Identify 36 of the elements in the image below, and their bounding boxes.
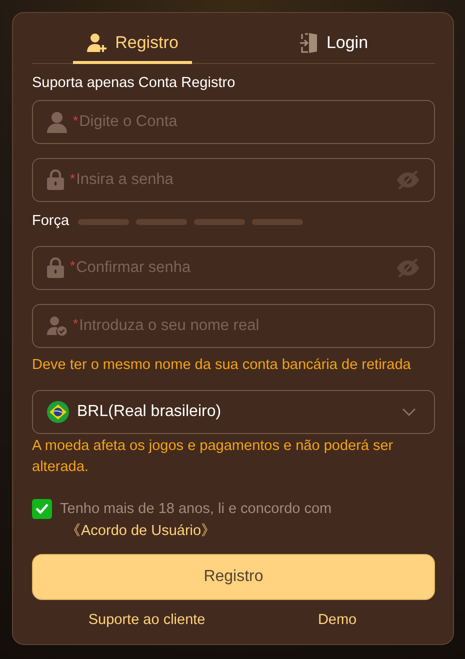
eye-off-icon[interactable] [396,258,420,278]
strength-label: Força [32,212,70,231]
check-icon [35,503,49,514]
required-mark: * [70,257,76,276]
lock-icon [47,257,64,278]
required-mark: * [70,170,76,188]
footer-link[interactable]: Suporte ao cliente [88,610,206,632]
door-enter-icon [300,32,318,54]
text-input[interactable]: Digite o Conta [79,110,420,134]
user-plus-icon [87,33,108,53]
strength-segment [136,218,188,225]
strength-segment [252,218,304,225]
checkbox[interactable] [32,498,52,518]
user-check-icon [47,316,67,336]
lock-icon [47,169,64,190]
tab[interactable]: Registro [73,13,192,64]
footer-link[interactable]: Demo [318,610,357,632]
strength-segment [78,218,130,225]
eye-off-icon[interactable] [396,170,420,190]
required-mark: * [73,112,78,130]
currency-select[interactable]: BRL(Real brasileiro) [32,390,435,434]
text-input[interactable]: Introduza o seu nome real [79,314,420,338]
chevron-down-icon [402,408,416,416]
text-input[interactable]: Insira a senha [76,168,390,192]
hint-text: Deve ter o mesmo nome da sua conta bancária de retirada [32,356,412,374]
strength-segment [194,218,246,225]
tab[interactable]: Login [286,13,382,64]
user-icon [47,110,67,133]
hint-text: A moeda afeta os jogos e pagamentos e não poderá ser alterada. [32,436,394,476]
required-mark: * [73,315,78,334]
agreement-text: Tenho mais de 18 anos, li e concordo com 《Acordo de Usuário》 [60,500,333,540]
field-label: Suporta apenas Conta Registro [32,74,236,93]
text-input[interactable]: Confirmar senha [76,256,390,280]
agreement-link[interactable]: 《Acordo de Usuário》 [66,522,216,538]
flag-icon [47,400,69,422]
register-button[interactable]: Registro [32,554,435,600]
